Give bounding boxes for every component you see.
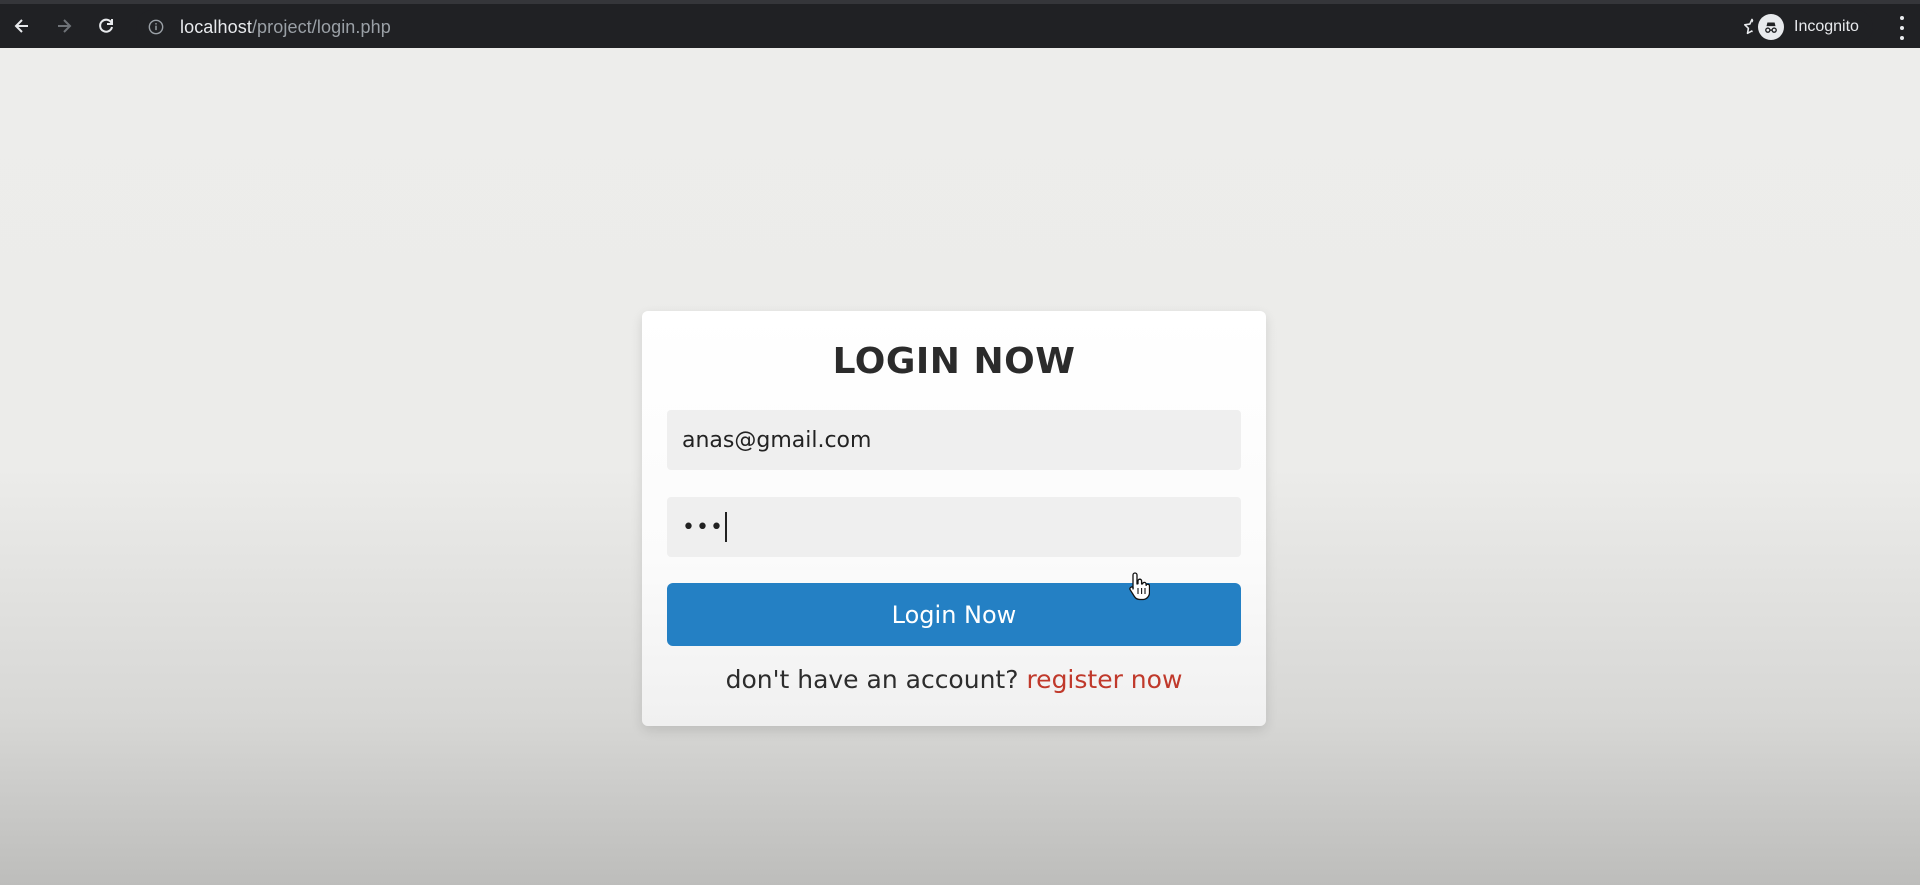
- incognito-badge[interactable]: Incognito: [1752, 10, 1873, 44]
- kebab-menu-icon[interactable]: [1898, 16, 1906, 40]
- forward-arrow-icon: [58, 19, 72, 33]
- page-body: LOGIN NOW anas@gmail.com ••• Login Now d…: [0, 48, 1920, 885]
- address-bar[interactable]: localhost/project/login.php: [136, 10, 1772, 44]
- register-prompt: don't have an account? register now: [642, 665, 1266, 694]
- forward-button[interactable]: [44, 6, 84, 46]
- info-icon[interactable]: [148, 18, 166, 36]
- reload-button[interactable]: [86, 6, 126, 46]
- login-form: LOGIN NOW anas@gmail.com ••• Login Now d…: [642, 311, 1266, 726]
- url-path: /project/login.php: [251, 16, 391, 37]
- login-button[interactable]: Login Now: [667, 583, 1241, 646]
- hand-cursor-icon: [1129, 572, 1150, 601]
- url-host: localhost: [180, 16, 252, 37]
- email-field[interactable]: anas@gmail.com: [667, 410, 1241, 470]
- reload-icon: [99, 18, 113, 33]
- incognito-icon: [1758, 14, 1784, 40]
- register-link[interactable]: register now: [1026, 665, 1182, 694]
- form-title: LOGIN NOW: [832, 341, 1076, 382]
- back-arrow-icon: [14, 19, 28, 33]
- email-value: anas@gmail.com: [682, 427, 872, 453]
- login-button-label: Login Now: [891, 600, 1017, 629]
- browser-toolbar: localhost/project/login.php Incognito: [0, 0, 1920, 48]
- back-button[interactable]: [2, 6, 42, 46]
- url-text: localhost/project/login.php: [180, 17, 391, 38]
- password-value: •••: [682, 514, 724, 540]
- register-prompt-text: don't have an account?: [725, 665, 1019, 694]
- text-caret: [724, 512, 727, 542]
- password-field[interactable]: •••: [667, 497, 1241, 557]
- incognito-label: Incognito: [1794, 18, 1859, 35]
